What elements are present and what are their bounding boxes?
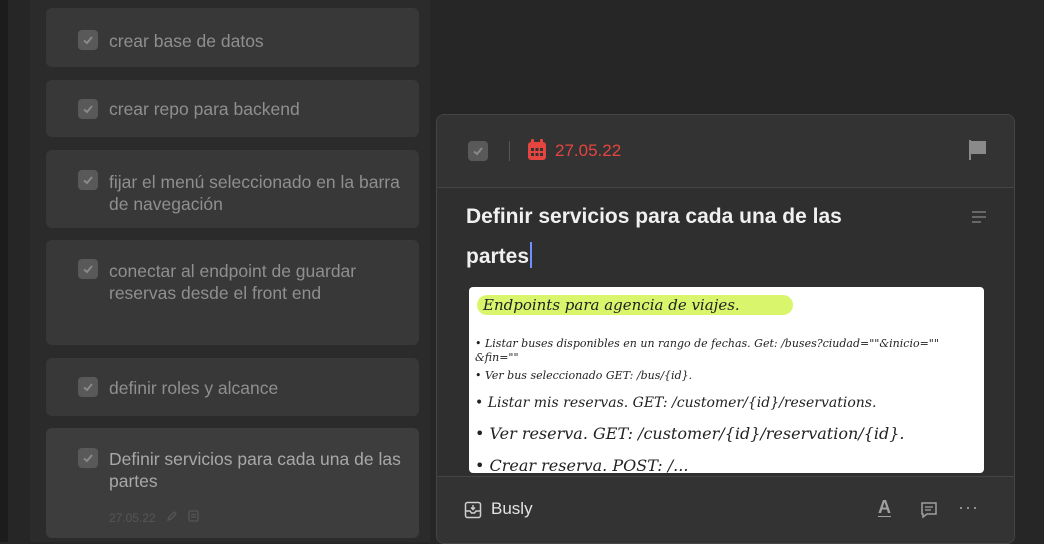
task-title: definir roles y alcance bbox=[109, 378, 279, 398]
task-title-text: Definir servicios para cada una de las p… bbox=[466, 205, 842, 268]
checkbox-checked[interactable] bbox=[468, 141, 488, 161]
task-title: crear base de datos bbox=[109, 31, 264, 51]
text-format-button[interactable]: A bbox=[878, 497, 891, 518]
task-card[interactable]: crear base de datos bbox=[46, 8, 419, 67]
task-detail-panel: 27.05.22 Definir servicios para cada una… bbox=[436, 114, 1015, 544]
task-date: 27.05.22 bbox=[109, 510, 156, 525]
note-line: &fin="" bbox=[475, 351, 519, 364]
note-line: • Listar buses disponibles en un rango d… bbox=[475, 337, 939, 350]
task-title: Definir servicios para cada una de las p… bbox=[109, 449, 401, 491]
task-title-editor[interactable]: Definir servicios para cada una de las p… bbox=[466, 197, 886, 277]
note-line: Endpoints para agencia de viajes. bbox=[482, 296, 740, 314]
note-line: • Ver bus seleccionado GET: /bus/{id}. bbox=[475, 369, 692, 382]
task-title: conectar al endpoint de guardar reservas… bbox=[109, 261, 357, 303]
text-cursor bbox=[530, 242, 533, 268]
task-meta: 27.05.22 bbox=[109, 510, 199, 525]
attached-note-image[interactable]: Endpoints para agencia de viajes. • List… bbox=[469, 287, 984, 473]
note-line: • Listar mis reservas. GET: /customer/{i… bbox=[475, 395, 876, 411]
note-line: • Ver reserva. GET: /customer/{id}/reser… bbox=[475, 424, 904, 443]
task-card-selected[interactable]: Definir servicios para cada una de las p… bbox=[46, 428, 419, 538]
inbox-icon bbox=[464, 501, 482, 524]
task-card[interactable]: fijar el menú seleccionado en la barra d… bbox=[46, 150, 419, 228]
task-card[interactable]: definir roles y alcance bbox=[46, 358, 419, 416]
checkbox-checked[interactable] bbox=[78, 448, 98, 468]
checkbox-checked[interactable] bbox=[78, 259, 98, 279]
checkbox-checked[interactable] bbox=[78, 30, 98, 50]
comment-icon[interactable] bbox=[920, 501, 938, 524]
task-card[interactable]: crear repo para backend bbox=[46, 80, 419, 137]
note-line: • Crear reserva. POST: /... bbox=[475, 456, 688, 473]
task-title: fijar el menú seleccionado en la barra d… bbox=[109, 172, 400, 214]
checkbox-checked[interactable] bbox=[78, 377, 98, 397]
checkbox-checked[interactable] bbox=[78, 170, 98, 190]
more-options-button[interactable]: ··· bbox=[958, 497, 979, 518]
window-edge bbox=[0, 0, 8, 542]
description-icon bbox=[971, 210, 987, 229]
detail-header: 27.05.22 bbox=[437, 115, 1014, 188]
calendar-icon[interactable] bbox=[527, 139, 547, 166]
detail-footer: Busly A ··· bbox=[437, 476, 1014, 543]
pencil-icon bbox=[166, 510, 178, 525]
checkbox-checked[interactable] bbox=[78, 99, 98, 119]
notes-icon bbox=[188, 510, 199, 525]
divider bbox=[509, 141, 510, 161]
due-date[interactable]: 27.05.22 bbox=[555, 141, 621, 161]
flag-icon[interactable] bbox=[968, 139, 988, 166]
task-card[interactable]: conectar al endpoint de guardar reservas… bbox=[46, 240, 419, 345]
project-selector[interactable]: Busly bbox=[491, 499, 533, 519]
task-title: crear repo para backend bbox=[109, 99, 300, 119]
